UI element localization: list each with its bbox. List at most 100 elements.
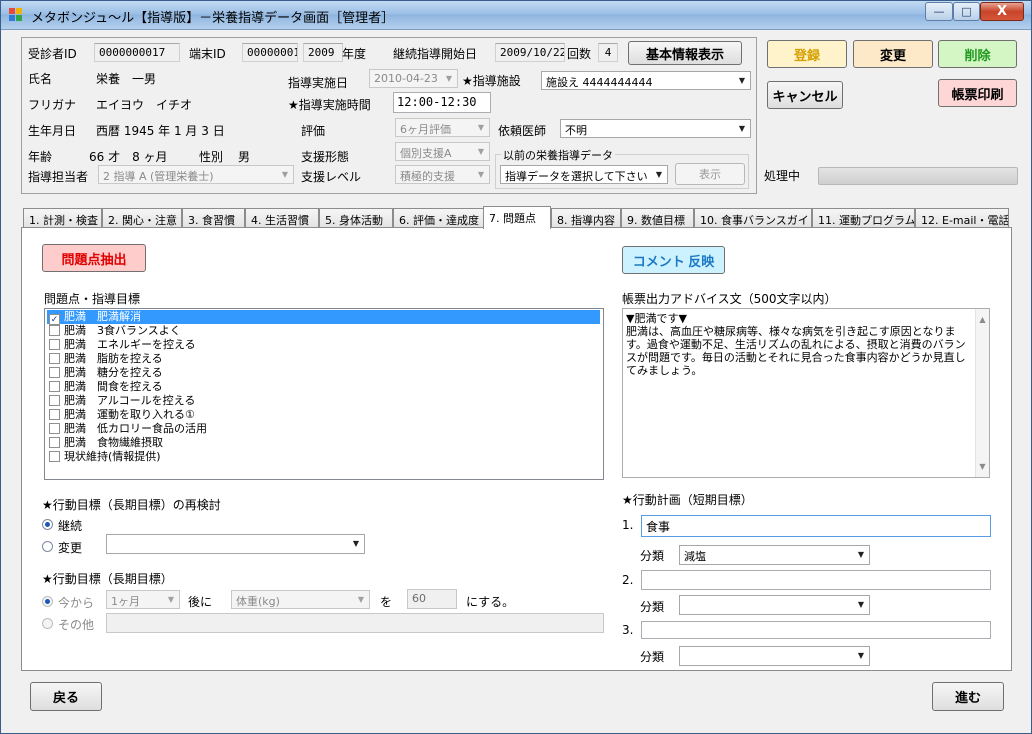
change-reason-select[interactable]: ▼: [106, 534, 365, 554]
category-label: 分類: [640, 650, 665, 664]
birthdate-label: 生年月日: [28, 124, 77, 138]
list-item[interactable]: 肥満 エネルギーを控える: [47, 338, 600, 352]
minimize-button[interactable]: —: [925, 2, 953, 21]
chevron-down-icon: ▼: [357, 595, 365, 604]
checkbox[interactable]: [49, 395, 60, 406]
tab-measurement[interactable]: 1. 計測・検査: [23, 208, 102, 228]
checkbox[interactable]: [49, 409, 60, 420]
name-label: 氏名: [28, 72, 53, 86]
checkbox[interactable]: [49, 339, 60, 350]
close-button[interactable]: X: [980, 2, 1024, 21]
apply-comment-button[interactable]: コメント 反映: [622, 246, 725, 274]
delete-button[interactable]: 削除: [938, 40, 1017, 68]
show-previous-button[interactable]: 表示: [675, 163, 745, 185]
checkbox[interactable]: [49, 353, 60, 364]
tab-interest[interactable]: 2. 関心・注意: [102, 208, 182, 228]
problems-checklist[interactable]: ✓ 肥満 肥満解消 肥満 3食バランスよく 肥満 エネルギーを控える 肥満 脂肪を…: [44, 308, 604, 480]
chevron-down-icon: ▼: [352, 539, 360, 548]
list-item[interactable]: 肥満 運動を取り入れる①: [47, 408, 600, 422]
chevron-down-icon: ▼: [477, 170, 485, 179]
chevron-down-icon: ▼: [738, 76, 746, 85]
register-button[interactable]: 登録: [767, 40, 847, 68]
list-item[interactable]: 肥満 3食バランスよく: [47, 324, 600, 338]
goal-item-select[interactable]: 体重(kg) ▼: [231, 590, 370, 609]
tab-eating-habits[interactable]: 3. 食習慣: [182, 208, 245, 228]
gender-label: 性別: [199, 150, 224, 164]
checkbox[interactable]: [49, 381, 60, 392]
basic-info-button[interactable]: 基本情報表示: [628, 41, 742, 65]
other-radio[interactable]: [42, 618, 53, 629]
change-button[interactable]: 変更: [853, 40, 933, 68]
scroll-down-icon[interactable]: ▼: [976, 460, 989, 473]
guidance-date-picker[interactable]: 2010-04-23 ▼: [369, 69, 458, 88]
list-item[interactable]: 肥満 糖分を控える: [47, 366, 600, 380]
doctor-select[interactable]: 不明 ▼: [560, 119, 751, 138]
checkbox[interactable]: [49, 325, 60, 336]
change-radio[interactable]: [42, 541, 53, 552]
list-item[interactable]: 肥満 食物繊維摂取: [47, 436, 600, 450]
plan-1-input[interactable]: 食事: [641, 515, 991, 537]
tab-evaluation[interactable]: 6. 評価・達成度: [393, 208, 484, 228]
tab-physical-activity[interactable]: 5. 身体活動: [319, 208, 393, 228]
list-item[interactable]: 肥満 低カロリー食品の活用: [47, 422, 600, 436]
guidance-time-field[interactable]: 12:00-12:30: [393, 92, 491, 113]
next-button[interactable]: 進む: [932, 682, 1004, 711]
tab-problems[interactable]: 7. 問題点: [483, 206, 551, 229]
evaluation-label: 評価: [301, 124, 326, 138]
tab-email-phone[interactable]: 12. E-mail・電話: [915, 208, 1009, 228]
tab-guidance-content[interactable]: 8. 指導内容: [551, 208, 621, 228]
facility-select[interactable]: 施設え 4444444444 ▼: [541, 71, 751, 90]
checkbox[interactable]: [49, 423, 60, 434]
list-item[interactable]: 肥満 アルコールを控える: [47, 394, 600, 408]
list-item[interactable]: 肥満 間食を控える: [47, 380, 600, 394]
cancel-button[interactable]: キャンセル: [767, 81, 843, 109]
tab-numeric-goals[interactable]: 9. 数値目標: [621, 208, 694, 228]
back-button[interactable]: 戻る: [30, 682, 102, 711]
plan-2-input[interactable]: [641, 570, 991, 590]
gender-value: 男: [238, 150, 251, 164]
after-label: 後に: [188, 595, 213, 609]
other-goal-input[interactable]: [106, 613, 604, 633]
goal-value-input[interactable]: 60: [407, 589, 457, 609]
wo-label: を: [380, 595, 393, 609]
support-form-select[interactable]: 個別支援A ▼: [395, 142, 490, 161]
tab-meal-balance-guide[interactable]: 10. 食事バランスガイド: [694, 208, 812, 228]
previous-data-select[interactable]: 指導データを選択して下さい ▼: [500, 165, 668, 184]
age-value: 66 才 8 ヶ月: [89, 150, 168, 164]
plan-3-input[interactable]: [641, 621, 991, 639]
title-bar[interactable]: メタボンジュ～ル【指導版】－栄養指導データ画面［管理者］ — □ X: [1, 1, 1031, 30]
plan-3-category-select[interactable]: ▼: [679, 646, 870, 666]
plan-number: 2.: [622, 573, 634, 587]
evaluation-select[interactable]: 6ヶ月評価 ▼: [395, 118, 490, 137]
from-now-radio[interactable]: [42, 596, 53, 607]
support-level-select[interactable]: 積極的支援 ▼: [395, 165, 490, 184]
scroll-up-icon[interactable]: ▲: [976, 313, 989, 326]
period-select[interactable]: 1ヶ月 ▼: [106, 590, 180, 609]
plan-number: 3.: [622, 623, 634, 637]
print-report-button[interactable]: 帳票印刷: [938, 79, 1017, 107]
plan-1-category-select[interactable]: 減塩 ▼: [679, 545, 870, 565]
list-item[interactable]: 肥満 脂肪を控える: [47, 352, 600, 366]
maximize-button[interactable]: □: [953, 2, 980, 21]
goal-suffix-label: にする。: [466, 595, 515, 609]
count-label: 回数: [567, 47, 592, 61]
plan-2-category-select[interactable]: ▼: [679, 595, 870, 615]
advice-scrollbar[interactable]: ▲ ▼: [975, 309, 989, 477]
instructor-select[interactable]: 2 指導 A (管理栄養士) ▼: [98, 165, 294, 184]
advice-textarea[interactable]: ▼肥満です▼ 肥満は、高血圧や糖尿病等、様々な病気を引き起こす原因となります。過…: [622, 308, 990, 478]
checkbox[interactable]: [49, 451, 60, 462]
problems-list-title: 問題点・指導目標: [44, 292, 141, 306]
list-item[interactable]: ✓ 肥満 肥満解消: [47, 310, 600, 325]
fiscal-year-suffix: 年度: [342, 47, 367, 61]
tab-exercise-program[interactable]: 11. 運動プログラム: [812, 208, 915, 228]
support-level-label: 支援レベル: [301, 170, 362, 184]
checkbox[interactable]: [49, 367, 60, 378]
list-item[interactable]: 現状維持(情報提供): [47, 450, 600, 464]
continuation-start-field: 2009/10/22: [495, 43, 565, 62]
doctor-label: 依頼医師: [498, 124, 547, 138]
furigana-value: エイヨウ イチオ: [96, 98, 193, 112]
continue-radio[interactable]: [42, 519, 53, 530]
tab-lifestyle[interactable]: 4. 生活習慣: [245, 208, 319, 228]
checkbox[interactable]: [49, 437, 60, 448]
extract-problems-button[interactable]: 問題点抽出: [42, 244, 146, 272]
